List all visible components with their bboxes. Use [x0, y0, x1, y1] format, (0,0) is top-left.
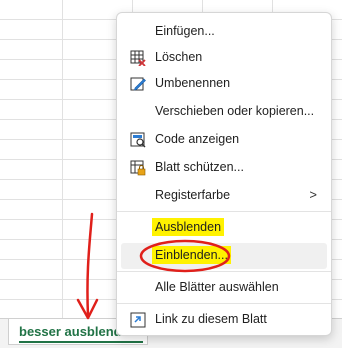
menu-item-view-code[interactable]: Code anzeigen [121, 127, 327, 153]
menu-item-insert[interactable]: Einfügen... [121, 19, 327, 45]
code-icon [130, 132, 146, 148]
menu-item-select-all-sheets[interactable]: Alle Blätter auswählen [121, 275, 327, 301]
protect-sheet-icon [130, 160, 146, 176]
chevron-right-icon: > [309, 187, 317, 202]
menu-item-label: Verschieben oder kopieren... [155, 104, 315, 118]
active-tab-indicator [19, 341, 143, 343]
menu-item-label: Einblenden... [152, 246, 231, 264]
menu-item-move-copy[interactable]: Verschieben oder kopieren... [121, 99, 327, 125]
menu-item-label: Alle Blätter auswählen [155, 280, 279, 294]
menu-item-delete[interactable]: Löschen [121, 45, 327, 71]
delete-table-icon [130, 50, 146, 66]
menu-item-label: Löschen [155, 50, 203, 64]
menu-item-label: Blatt schützen... [155, 160, 244, 174]
menu-item-label: Code anzeigen [155, 132, 240, 146]
menu-item-label: Umbenennen [155, 76, 231, 90]
menu-item-tab-color[interactable]: Registerfarbe > [121, 183, 327, 209]
menu-separator [117, 271, 331, 272]
menu-item-label: Link zu diesem Blatt [155, 312, 267, 326]
menu-item-label: Registerfarbe [155, 188, 231, 202]
menu-item-hide[interactable]: Ausblenden [121, 215, 327, 241]
rename-icon [130, 77, 146, 91]
menu-item-unhide[interactable]: Einblenden... [121, 243, 327, 269]
menu-separator [117, 303, 331, 304]
context-menu: Einfügen... Löschen Umbenennen Verschieb… [116, 12, 332, 336]
menu-item-label: Ausblenden [152, 218, 225, 236]
menu-item-rename[interactable]: Umbenennen [121, 71, 327, 97]
menu-item-label: Einfügen... [155, 24, 215, 38]
menu-item-protect-sheet[interactable]: Blatt schützen... [121, 155, 327, 181]
menu-separator [117, 211, 331, 212]
link-icon [130, 312, 146, 328]
menu-item-link-to-sheet[interactable]: Link zu diesem Blatt [121, 307, 327, 333]
